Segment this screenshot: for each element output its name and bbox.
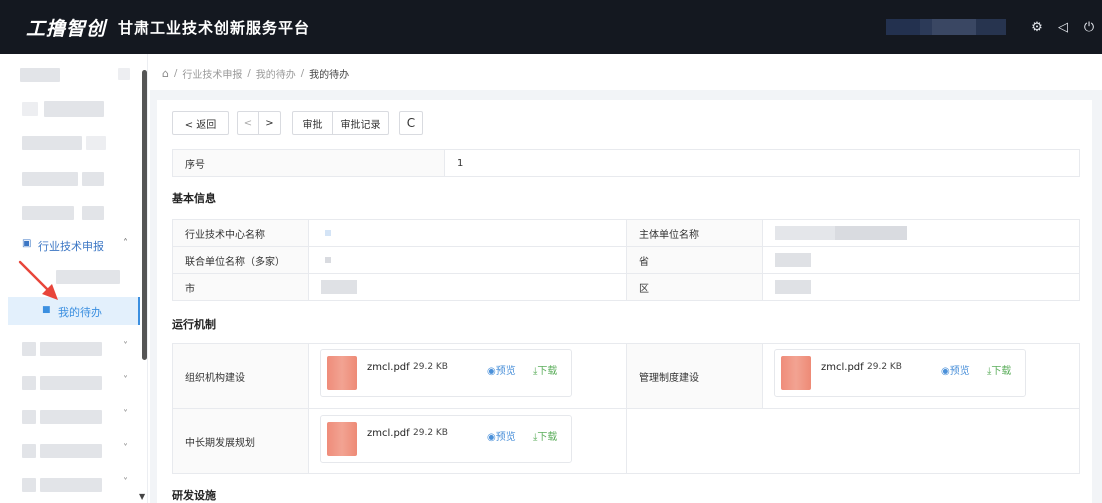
scroll-down-icon[interactable]: ▼ xyxy=(139,492,145,501)
eye-icon: ◉ xyxy=(487,432,496,443)
refresh-icon: C xyxy=(406,116,416,130)
chevron-down-icon: ˅ xyxy=(123,409,128,420)
sidebar-scrollbar[interactable] xyxy=(142,70,147,360)
monitor-icon: ■ xyxy=(42,305,51,315)
megaphone-icon[interactable]: ◁ xyxy=(1050,20,1076,35)
platform-title: 甘肃工业技术创新服务平台 xyxy=(118,18,311,37)
sidebar-item-blurred[interactable]: ˅ xyxy=(0,436,140,466)
sidebar-item-blurred[interactable] xyxy=(0,198,140,228)
field-label: 管理制度建设 xyxy=(626,343,763,409)
top-right-tools: ⚙ ◁ ⏻ xyxy=(886,0,1102,54)
file-name: zmcl.pdf xyxy=(367,362,410,373)
user-info-blurred[interactable] xyxy=(886,19,1006,35)
sidebar-item-blurred[interactable]: ˅ xyxy=(0,402,140,432)
sidebar-item-blurred[interactable]: ˅ xyxy=(0,368,140,398)
chevron-down-icon: ˅ xyxy=(123,375,128,386)
gear-icon[interactable]: ⚙ xyxy=(1024,20,1050,35)
annotation-arrow-icon xyxy=(18,260,58,300)
sidebar-item-blurred[interactable]: ˅ xyxy=(0,470,140,500)
approve-button[interactable]: 审批 xyxy=(292,111,333,135)
preview-link[interactable]: ◉预览 xyxy=(941,362,970,377)
sidebar-item-blurred[interactable] xyxy=(0,94,140,124)
section-title-basic-info: 基本信息 xyxy=(172,192,216,205)
field-value xyxy=(308,246,627,274)
toolbar: < 返回 < > 审批 审批记录 C xyxy=(172,111,423,135)
sidebar-item-blurred[interactable]: ˅ xyxy=(0,334,140,364)
field-value xyxy=(308,219,627,247)
field-value xyxy=(762,246,1080,274)
section-title-facilities: 研发设施 xyxy=(172,489,216,502)
home-icon[interactable]: ⌂ xyxy=(162,67,169,80)
section-title-mechanism: 运行机制 xyxy=(172,318,216,331)
file-size: 29.2 KB xyxy=(867,362,902,372)
chevron-down-icon: ˅ xyxy=(123,443,128,454)
breadcrumb-current: 我的待办 xyxy=(309,70,350,81)
field-label: 联合单位名称（多家） xyxy=(172,246,309,274)
field-value xyxy=(762,219,1080,247)
download-link[interactable]: ⤓下载 xyxy=(987,362,1011,377)
serial-label: 序号 xyxy=(172,149,445,177)
refresh-button[interactable]: C xyxy=(399,111,423,135)
sidebar-item-label: 行业技术申报 xyxy=(38,240,104,253)
approval-record-button[interactable]: 审批记录 xyxy=(333,111,389,135)
sidebar-item-blurred[interactable] xyxy=(0,60,140,90)
field-label: 区 xyxy=(626,273,763,301)
file-size: 29.2 KB xyxy=(413,362,448,372)
field-value xyxy=(308,273,627,301)
eye-icon: ◉ xyxy=(487,366,496,377)
field-label: 行业技术中心名称 xyxy=(172,219,309,247)
sidebar-item-label: 我的待办 xyxy=(58,306,102,319)
field-label: 省 xyxy=(626,246,763,274)
download-link[interactable]: ⤓下载 xyxy=(533,428,557,443)
top-bar: 工撸智创 甘肃工业技术创新服务平台 ⚙ ◁ ⏻ xyxy=(0,0,1102,54)
file-attachment: zmcl.pdf 29.2 KB ◉预览 ⤓下载 xyxy=(774,349,1026,397)
file-attachment: zmcl.pdf 29.2 KB ◉预览 ⤓下载 xyxy=(320,349,572,397)
chevron-down-icon: ˅ xyxy=(123,477,128,488)
field-label: 主体单位名称 xyxy=(626,219,763,247)
sidebar-item-blurred[interactable] xyxy=(0,164,140,194)
pdf-thumbnail[interactable] xyxy=(327,356,357,390)
breadcrumb: ⌂ / 行业技术申报 / 我的待办 / 我的待办 xyxy=(162,66,350,81)
basic-info-table: 行业技术中心名称 主体单位名称 联合单位名称（多家） 省 市 区 xyxy=(172,219,1080,301)
breadcrumb-item[interactable]: 行业技术申报 xyxy=(182,66,242,81)
breadcrumb-item[interactable]: 我的待办 xyxy=(256,66,296,81)
file-size: 29.2 KB xyxy=(413,428,448,438)
pdf-thumbnail[interactable] xyxy=(327,422,357,456)
file-name: zmcl.pdf xyxy=(367,428,410,439)
serial-table: 序号 1 xyxy=(172,149,1080,177)
chevron-up-icon: ˄ xyxy=(123,238,128,249)
prev-button[interactable]: < xyxy=(237,111,259,135)
sidebar-item-blurred[interactable] xyxy=(0,128,140,158)
serial-value: 1 xyxy=(444,149,1080,177)
preview-link[interactable]: ◉预览 xyxy=(487,428,516,443)
field-value xyxy=(762,273,1080,301)
chevron-down-icon: ˅ xyxy=(123,341,128,352)
preview-link[interactable]: ◉预览 xyxy=(487,362,516,377)
file-name: zmcl.pdf xyxy=(821,362,864,373)
field-label: 市 xyxy=(172,273,309,301)
file-attachment: zmcl.pdf 29.2 KB ◉预览 ⤓下载 xyxy=(320,415,572,463)
power-icon[interactable]: ⏻ xyxy=(1076,20,1102,35)
field-label: 中长期发展规划 xyxy=(172,408,309,474)
back-button[interactable]: < 返回 xyxy=(172,111,229,135)
field-label: 组织机构建设 xyxy=(172,343,309,409)
download-link[interactable]: ⤓下载 xyxy=(533,362,557,377)
folder-icon: ▣ xyxy=(22,238,32,249)
next-button[interactable]: > xyxy=(259,111,281,135)
pdf-thumbnail[interactable] xyxy=(781,356,811,390)
app-logo[interactable]: 工撸智创 xyxy=(26,14,106,41)
eye-icon: ◉ xyxy=(941,366,950,377)
